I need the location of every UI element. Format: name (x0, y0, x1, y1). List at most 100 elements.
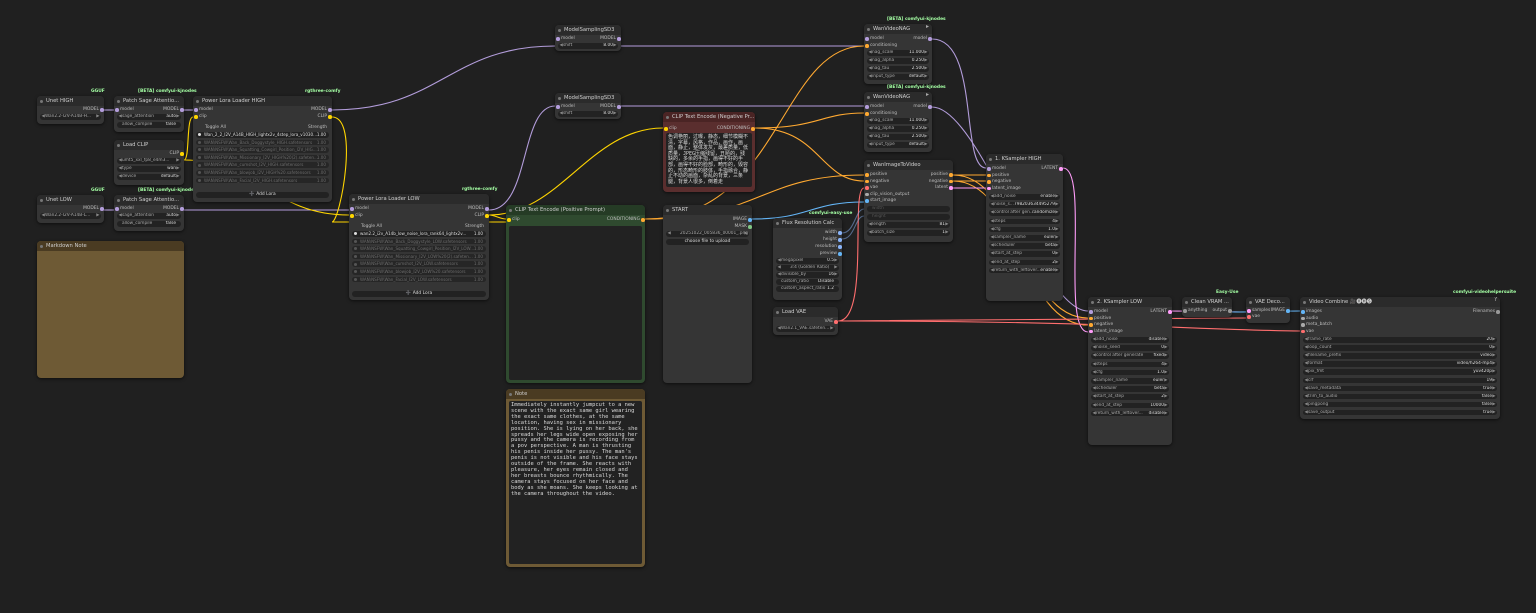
widget-noise-seed[interactable]: ◀ noise_seed 0 ▶ (1091, 345, 1169, 351)
lora-high-node[interactable]: Power Lora Loader HIGH model clip MODEL … (193, 96, 332, 202)
input-slot-dot[interactable] (1301, 323, 1305, 327)
widget-cfg[interactable]: ◀ cfg 1.0 ▶ (989, 226, 1060, 233)
note-title[interactable]: Note (506, 389, 645, 399)
clean-vram-node[interactable]: Clean VRAM ... anything output (1182, 297, 1232, 317)
lora-strength[interactable]: 1.00 (474, 277, 483, 283)
sage-attention-widget[interactable]: ◀ sage_attention auto ▶ (117, 213, 181, 219)
vae-decode-node[interactable]: VAE Deco... samples vae IMAGE (1246, 297, 1290, 323)
widget-add-noise[interactable]: ◀ add_noise enable ▶ (989, 194, 1060, 200)
input-slot-dot[interactable] (1301, 310, 1305, 314)
toggle-all-label[interactable]: Toggle All (361, 224, 382, 230)
allow-compile-widget[interactable]: allow_compile false (117, 122, 181, 128)
input-slot-dot[interactable] (1089, 316, 1093, 321)
widget-trim-to-audio[interactable]: ◀ trim_to_audio false ▶ (1303, 393, 1497, 400)
lora-row[interactable]: WAN\NSFW\Wan_Back_Doggystyle_HIGH.safete… (196, 139, 329, 146)
graph-canvas[interactable]: GGUF Unet HIGH MODEL ◀ Wan2.2-I2V-A14B-H.… (0, 0, 1536, 613)
unet-name-widget[interactable]: ◀ Wan2.2-I2V-A14B-H... ▶ (40, 114, 101, 120)
input-slot-dot[interactable] (1301, 329, 1305, 334)
input-slot-dot[interactable] (987, 167, 991, 171)
msd3-title[interactable]: ModelSamplingSD3 (555, 25, 621, 35)
output-slot-dot[interactable] (1168, 310, 1172, 314)
lora-strength[interactable]: 1.00 (317, 140, 326, 146)
widget-save-output[interactable]: ◀ save_output true ▶ (1303, 409, 1497, 416)
arrow-right-icon[interactable]: ▶ (924, 74, 927, 80)
sage-high-node[interactable]: Patch Sage Attentio... model MODEL ◀ sage… (114, 96, 184, 132)
lora-toggle-icon[interactable] (198, 156, 201, 160)
lora-row[interactable]: WAN\NSFW\Wan_Missionary_I2V_LOW%20(2).sa… (352, 253, 486, 260)
arrow-right-icon[interactable]: ▶ (924, 118, 927, 124)
input-slot-dot[interactable] (1247, 309, 1251, 313)
input-slot-dot[interactable] (865, 199, 869, 203)
widget-loop-count[interactable]: ◀ loop_count 0 ▶ (1303, 345, 1497, 351)
lora-low-title[interactable]: Power Lora Loader LOW (349, 194, 489, 204)
output-slot-dot[interactable] (1496, 310, 1500, 314)
output-slot-dot[interactable] (748, 218, 752, 222)
msd3-title[interactable]: ModelSamplingSD3 (555, 93, 621, 103)
lora-row[interactable]: WAN\NSFW\Wan_blowjob_I2V_LOW%20.safetens… (352, 269, 486, 275)
arrow-right-icon[interactable]: ▶ (1492, 361, 1495, 367)
input-slot-dot[interactable] (1183, 309, 1187, 313)
arrow-right-icon[interactable]: ▶ (1164, 403, 1167, 409)
widget-input-type[interactable]: ◀ input_type default ▶ (867, 142, 929, 148)
input-slot-dot[interactable] (1089, 329, 1093, 334)
input-slot-dot[interactable] (194, 115, 198, 119)
lora-row[interactable]: WAN\NSFW\Wan_Back_Doggystyle_LOW.safeten… (352, 238, 486, 245)
lora-strength[interactable]: 1.00 (317, 178, 326, 184)
arrow-right-icon[interactable]: ▶ (1492, 386, 1495, 392)
lora-toggle-icon[interactable] (198, 148, 201, 152)
arrow-right-icon[interactable]: ▶ (1492, 337, 1495, 343)
widget-start-at-step[interactable]: ◀ start_at_step 2 ▶ (1091, 394, 1169, 400)
lora-strength[interactable]: 1.00 (474, 239, 483, 245)
widget-nag-alpha[interactable]: ◀ nag_alpha 0.250 ▶ (867, 58, 929, 64)
widget-steps[interactable]: ◀ steps 4 ▶ (989, 218, 1060, 225)
choose-file-upload-button[interactable]: choose file to upload (666, 239, 749, 245)
divisible-by-widget[interactable]: ◀ divisible_by 16 ▶ (776, 272, 839, 278)
arrow-right-icon[interactable]: ▶ (1055, 251, 1058, 257)
ksampler-high-node[interactable]: 1. KSampler HIGH model positive negative la… (986, 154, 1063, 301)
arrow-right-icon[interactable]: ▶ (1492, 378, 1495, 384)
arrow-right-icon[interactable]: ▶ (1492, 369, 1495, 375)
lora-toggle-icon[interactable] (354, 255, 357, 259)
arrow-right-icon[interactable]: ▶ (1164, 386, 1167, 392)
clip-positive-title[interactable]: CLIP Text Encode (Positive Prompt) (506, 205, 645, 215)
clean-vram-title[interactable]: Clean VRAM ... (1182, 297, 1232, 307)
input-slot-dot[interactable] (115, 108, 119, 112)
ksampler-high-title[interactable]: 1. KSampler HIGH (986, 154, 1063, 164)
arrow-right-icon[interactable]: ▶ (1164, 362, 1167, 368)
lora-toggle-icon[interactable] (198, 140, 201, 144)
widget-pix-fmt[interactable]: ◀ pix_fmt yuv420p ▶ (1303, 369, 1497, 375)
arrow-right-icon[interactable]: ▶ (1055, 268, 1058, 274)
arrow-right-icon[interactable]: ▶ (1492, 353, 1495, 359)
help-icon[interactable]: ? (1494, 297, 1497, 303)
arrow-right-icon[interactable]: ▶ (1164, 394, 1167, 400)
lora-strength[interactable]: 1.00 (317, 155, 326, 161)
clip-name-widget[interactable]: ◀ umt5_xxl_fp8_e4m3... ▶ (117, 158, 181, 164)
input-slot-dot[interactable] (556, 105, 560, 109)
input-slot-dot[interactable] (987, 173, 991, 178)
output-slot-dot[interactable] (1286, 309, 1290, 313)
output-slot-dot[interactable] (641, 218, 645, 222)
output-slot-dot[interactable] (949, 173, 953, 177)
arrow-right-icon[interactable]: ▶ (924, 126, 927, 132)
widget-control-after-gen-[interactable]: ◀ control after gen... randomize ▶ (989, 210, 1060, 216)
arrow-right-icon[interactable]: ▶ (924, 134, 927, 140)
output-slot-dot[interactable] (485, 214, 489, 218)
arrow-right-icon[interactable]: ▶ (1164, 378, 1167, 384)
lora-row[interactable]: WAN\NSFW\Wan_cumshot_I2V_LOW.safetensors… (352, 261, 486, 267)
output-slot-dot[interactable] (949, 179, 953, 184)
ksampler-low-node[interactable]: 2. KSampler LOW model positive negative lat… (1088, 297, 1172, 445)
arrow-right-icon[interactable]: ▶ (1164, 353, 1167, 359)
input-slot-dot[interactable] (1089, 323, 1093, 327)
input-slot-dot[interactable] (987, 186, 991, 191)
lora-row[interactable]: WAN\NSFW\Wan_cumshot_I2V_HIGH.safetensor… (196, 162, 329, 168)
output-slot-dot[interactable] (838, 252, 842, 256)
wan-video-nag-node-2[interactable]: WanVideoNAG ▸ model conditioning model ◀… (864, 92, 932, 152)
widget-nag-scale[interactable]: ◀ nag_scale 11.000 ▶ (867, 118, 929, 124)
input-slot-dot[interactable] (865, 173, 869, 177)
widget-save-metadata[interactable]: ◀ save_metadata true ▶ (1303, 385, 1497, 392)
sage-high-title[interactable]: Patch Sage Attentio... (114, 96, 184, 106)
lora-strength[interactable]: 1.00 (474, 246, 483, 252)
video-combine-title[interactable]: Video Combine 🎥🅥🅗🅢 (1300, 297, 1500, 307)
input-slot-dot[interactable] (194, 108, 198, 112)
arrow-right-icon[interactable]: ▶ (1055, 260, 1058, 266)
